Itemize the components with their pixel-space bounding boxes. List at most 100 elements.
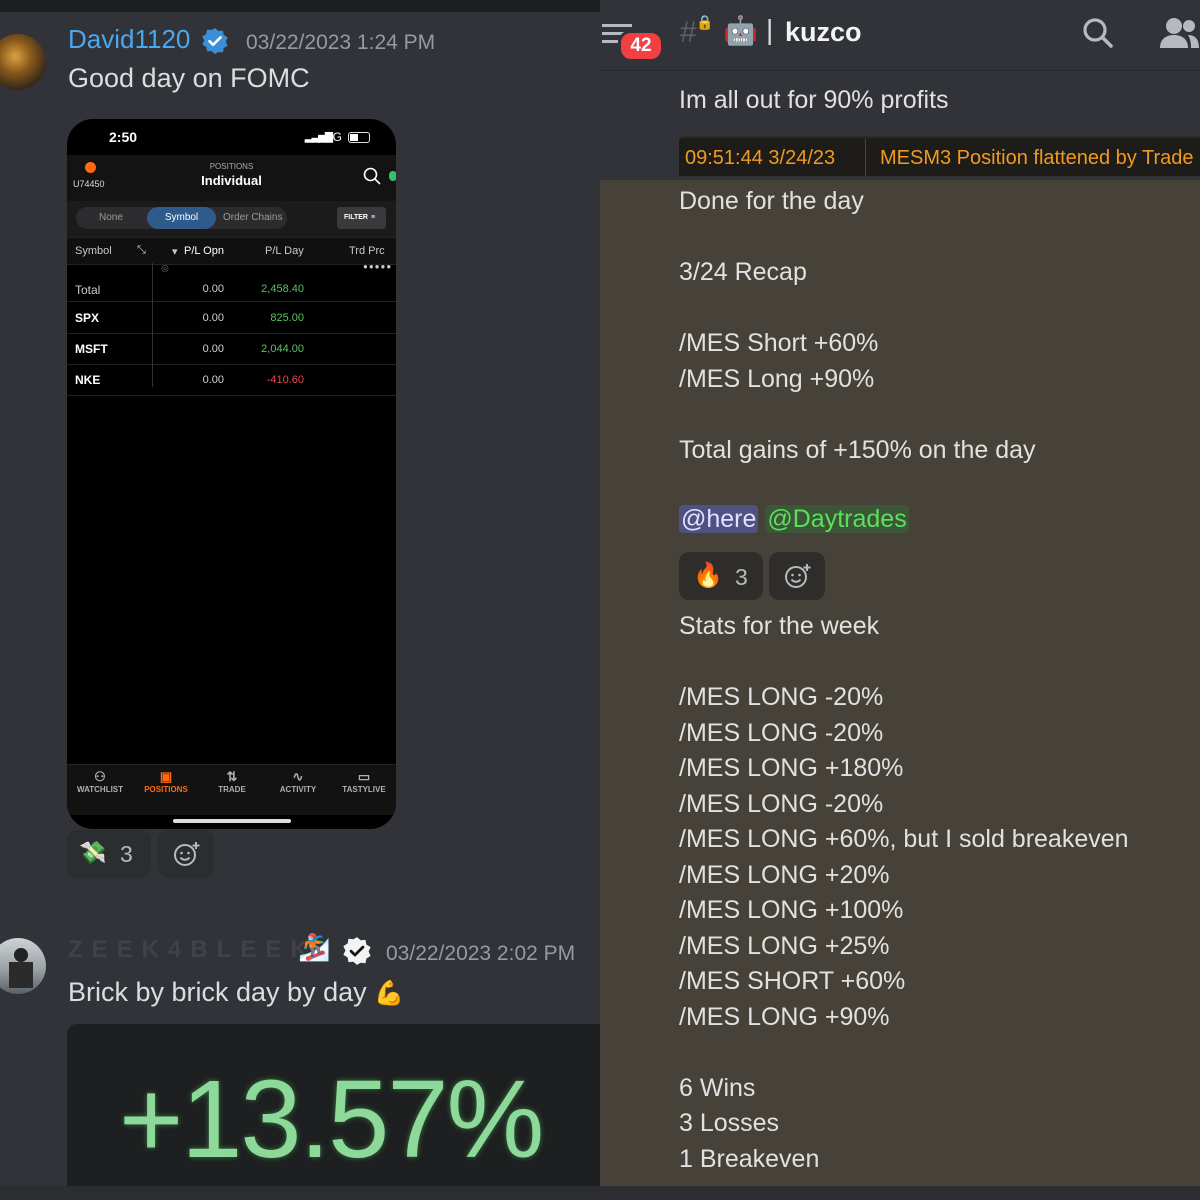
stat-line: /MES LONG +60%, but I sold breakeven [679,825,1129,853]
resize-icon[interactable]: ⤡ [137,244,146,257]
tab-positions[interactable]: ▣ POSITIONS [133,769,199,794]
row-pl-day: 2,044.00 [261,343,304,355]
locked-channel-icon: # [680,16,697,49]
robot-icon: 🤖 [723,15,758,46]
mentions-line: @here @Daytrades [679,505,909,534]
grouping-segmented-control: None Symbol Order Chains FILTER ≡ [67,201,396,237]
lock-icon: 🔒 [696,14,714,30]
stat-line: /MES LONG +180% [679,754,904,782]
timestamp: 03/22/2023 2:02 PM [386,942,576,965]
message-line: Im all out for 90% profits [679,86,949,114]
add-reaction-icon [174,842,200,866]
reaction-fire[interactable]: 🔥 3 [679,552,763,600]
battery-icon [348,132,370,143]
table-row[interactable]: NKE 0.00 -410.60 [67,364,396,396]
message-text: Brick by brick day by day 💪 [68,977,404,1008]
tab-label: TRADE [218,785,246,794]
column-divider [152,263,153,387]
home-indicator [173,819,291,823]
glasses-icon: ⚇ [94,769,106,784]
tab-label: TASTYLIVE [342,785,386,794]
stat-line: /MES LONG +100% [679,896,904,924]
column-pl-open[interactable]: P/L Opn [184,245,224,257]
tab-label: WATCHLIST [76,785,124,794]
column-symbol[interactable]: Symbol [75,245,112,257]
avatar[interactable] [0,34,46,90]
header-label: POSITIONS [209,162,254,171]
row-symbol: SPX [75,311,100,325]
sort-desc-icon: ▾ [172,246,178,258]
bottom-tab-bar: ⚇ WATCHLIST ▣ POSITIONS ⇅ TRADE ∿ ACTIVITY ▭… [67,764,396,815]
tv-icon: ▭ [357,769,371,784]
phone-time: 2:50 [109,129,138,145]
column-trd-prc[interactable]: Trd Prc [349,245,385,257]
stat-line: /MES LONG -20% [679,683,884,711]
row-pl-open: 0.00 [202,283,224,295]
stat-line: /MES LONG -20% [679,790,884,818]
bottom-edge [0,1186,1200,1200]
phone-status-bar: 2:50 ▂▃▅▇ 5G [67,129,396,151]
message-line: 3/24 Recap [679,258,807,286]
stat-line: /MES SHORT +60% [679,967,906,995]
gain-screenshot[interactable]: +13.57% [67,1024,600,1200]
mention-daytrades[interactable]: @Daytrades [765,505,909,533]
stats-title: Stats for the week [679,612,880,640]
channel-name[interactable]: kuzco [785,17,862,48]
row-pl-open: 0.00 [202,312,224,324]
search-icon[interactable] [1082,17,1114,54]
avatar[interactable] [0,938,46,994]
message-line: Done for the day [679,187,864,215]
account-title[interactable]: Individual [67,173,396,188]
stat-line: /MES LONG -20% [679,719,884,747]
summary-line: 3 Losses [679,1109,780,1137]
message-line: /MES Long +90% [679,365,875,393]
trade-log-screenshot[interactable]: 09:51:44 3/24/23 MESM3 Position flattene… [679,136,1200,176]
tab-trade[interactable]: ⇅ TRADE [199,769,265,794]
row-symbol: MSFT [75,342,108,356]
table-row[interactable]: MSFT 0.00 2,044.00 [67,333,396,365]
money-bag-icon: 💸 [79,840,107,865]
timestamp: 03/22/2023 1:24 PM [246,31,436,54]
segment-symbol[interactable]: Symbol [147,207,216,229]
network-label: 5G [326,130,343,144]
row-pl-day: 2,458.40 [261,283,304,295]
search-icon[interactable] [363,167,381,190]
table-row[interactable]: SPX 0.00 825.00 [67,302,396,334]
members-icon[interactable] [1159,17,1200,54]
summary-line: 6 Wins [679,1074,756,1102]
row-symbol: Total [75,283,101,297]
message-text: Good day on FOMC [68,63,310,93]
stat-line: /MES LONG +20% [679,861,890,889]
table-row[interactable]: Total 0.00 2,458.40 [67,273,396,302]
segment-group: None Symbol Order Chains [76,207,287,229]
mention-here[interactable]: @here [679,505,759,533]
stat-line: /MES LONG +25% [679,932,890,960]
log-timestamp: 09:51:44 3/24/23 [685,147,836,169]
username[interactable]: ZEEK4BLEEK [68,936,317,964]
add-reaction-button[interactable] [158,830,214,878]
message-body: Done for the day 3/24 Recap /MES Short +… [600,180,1200,1200]
message-line: /MES Short +60% [679,329,879,357]
segment-none[interactable]: None [99,212,123,223]
positions-screenshot[interactable]: 2:50 ▂▃▅▇ 5G U74450 POSITIONS Individual… [67,119,396,829]
column-pl-day[interactable]: P/L Day [265,245,304,257]
tab-watchlist[interactable]: ⚇ WATCHLIST [67,769,133,794]
log-message: MESM3 Position flattened by Trade [880,147,1194,169]
row-pl-open: 0.00 [202,374,224,386]
activity-icon: ∿ [292,769,304,784]
row-pl-day: 825.00 [270,312,304,324]
segment-order-chains[interactable]: Order Chains [223,212,282,223]
channel-header: 42 # 🔒 🤖 | kuzco [600,0,1200,71]
tab-label: POSITIONS [144,785,188,794]
tab-activity[interactable]: ∿ ACTIVITY [265,769,331,794]
unread-badge[interactable]: 42 [618,30,664,62]
tab-tastylive[interactable]: ▭ TASTYLIVE [331,769,396,794]
add-reaction-button[interactable] [769,552,825,600]
filter-button[interactable]: FILTER ≡ [337,207,386,229]
username[interactable]: David1120 [68,24,190,55]
tab-label: ACTIVITY [279,785,317,794]
left-chat-pane: David1120 03/22/2023 1:24 PM Good day on… [0,0,600,1200]
column-headers: Symbol ⤡ ▾ P/L Opn P/L Day Trd Prc [67,237,396,265]
filter-label: FILTER [344,214,368,221]
reaction-money[interactable]: 💸 3 [67,830,151,878]
